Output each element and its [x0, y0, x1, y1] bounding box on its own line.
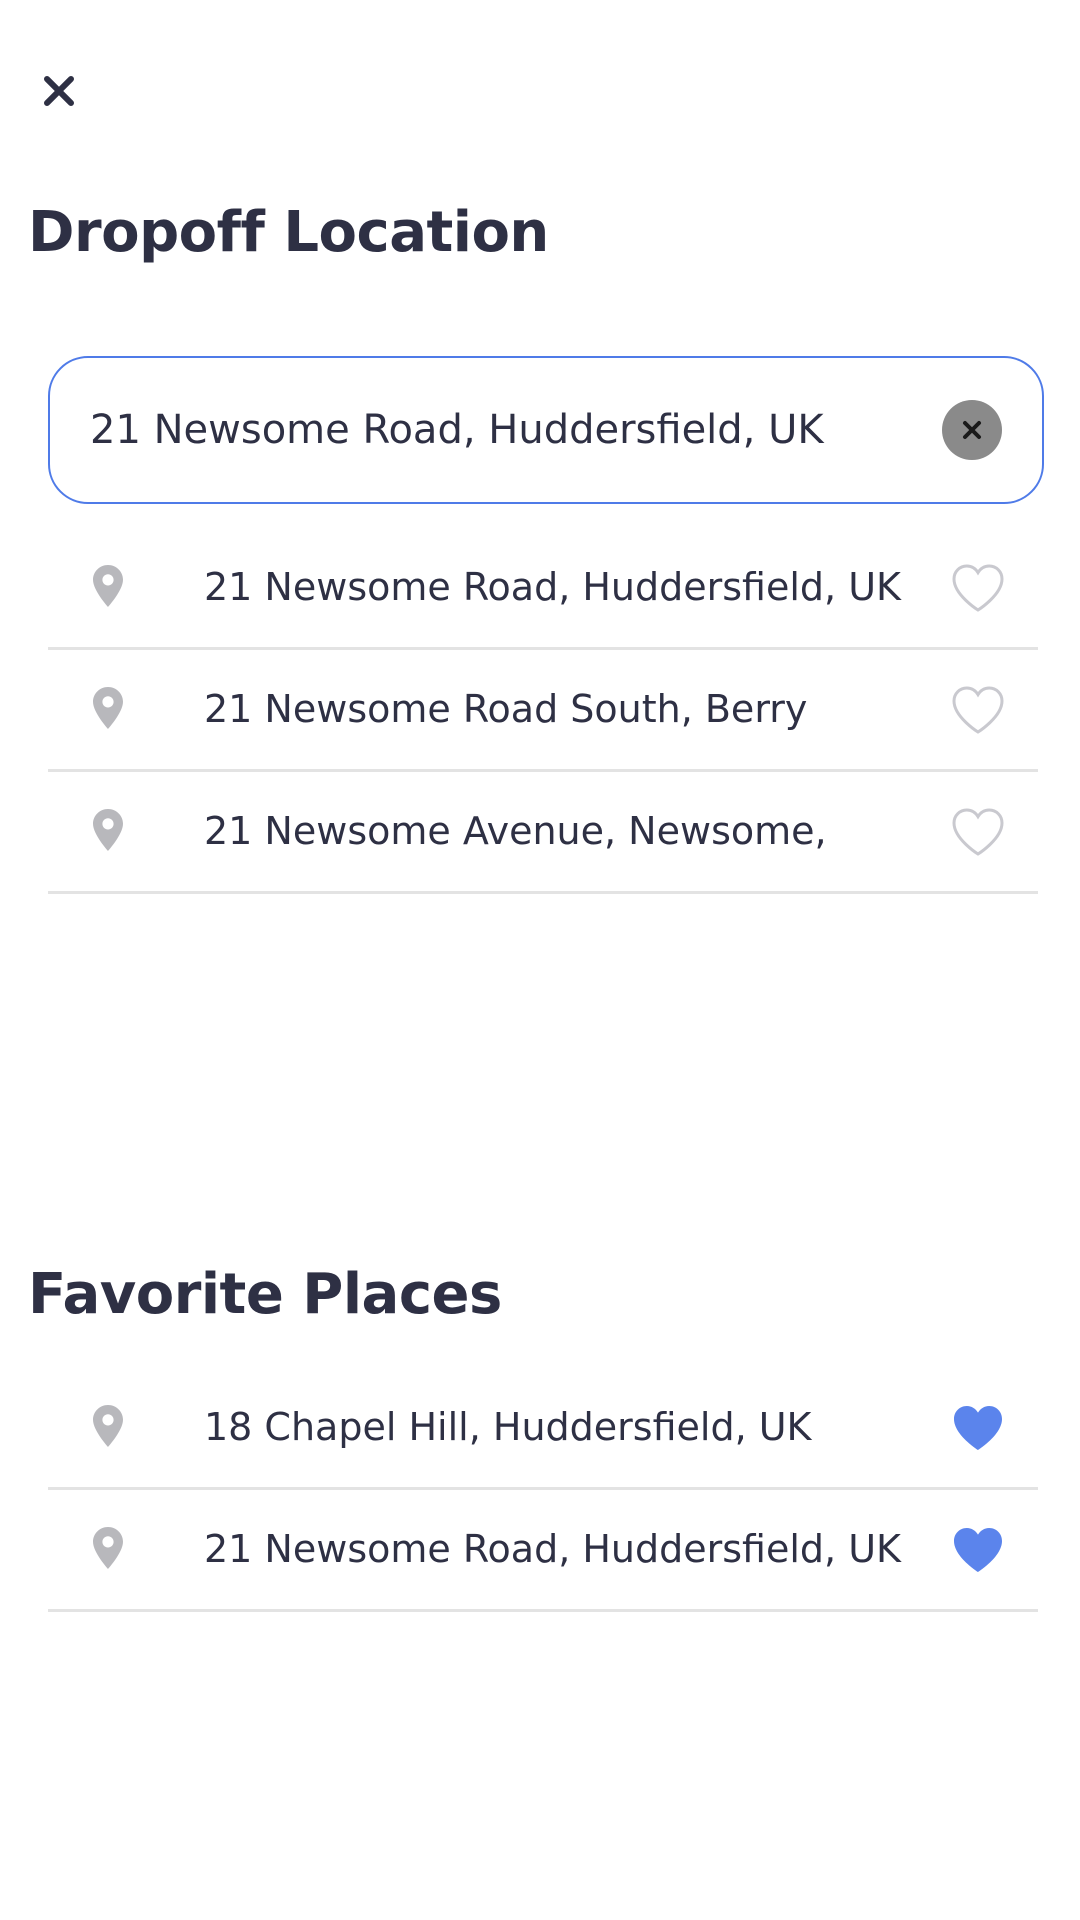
heart-filled-icon[interactable] — [950, 1524, 1006, 1576]
clear-search-button[interactable] — [942, 400, 1002, 460]
search-input[interactable] — [90, 358, 910, 502]
address-label: 18 Chapel Hill, Huddersfield, UK — [204, 1405, 812, 1449]
page-title: Dropoff Location — [28, 200, 549, 265]
favorite-row[interactable]: 21 Newsome Road, Huddersfield, UK — [48, 1490, 1038, 1612]
location-pin-icon — [93, 687, 123, 729]
favorite-row[interactable]: 18 Chapel Hill, Huddersfield, UK — [48, 1368, 1038, 1490]
suggestion-row[interactable]: 21 Newsome Avenue, Newsome, — [48, 772, 1038, 894]
address-label: 21 Newsome Avenue, Newsome, — [204, 809, 827, 853]
heart-outline-icon[interactable] — [950, 684, 1006, 736]
favorites-title: Favorite Places — [28, 1262, 502, 1327]
location-pin-icon — [93, 1527, 123, 1569]
search-box — [48, 356, 1044, 504]
heart-outline-icon[interactable] — [950, 806, 1006, 858]
suggestion-list: 21 Newsome Road, Huddersfield, UK 21 News… — [48, 528, 1038, 894]
location-pin-icon — [93, 1405, 123, 1447]
address-label: 21 Newsome Road, Huddersfield, UK — [204, 565, 901, 609]
heart-filled-icon[interactable] — [950, 1402, 1006, 1454]
address-label: 21 Newsome Road South, Berry — [204, 687, 808, 731]
close-button[interactable] — [30, 62, 88, 120]
address-label: 21 Newsome Road, Huddersfield, UK — [204, 1527, 901, 1571]
suggestion-row[interactable]: 21 Newsome Road South, Berry — [48, 650, 1038, 772]
heart-outline-icon[interactable] — [950, 562, 1006, 614]
location-pin-icon — [93, 809, 123, 851]
clear-icon — [963, 421, 981, 439]
location-pin-icon — [93, 565, 123, 607]
favorites-list: 18 Chapel Hill, Huddersfield, UK 21 Newso… — [48, 1368, 1038, 1612]
suggestion-row[interactable]: 21 Newsome Road, Huddersfield, UK — [48, 528, 1038, 650]
close-icon — [44, 76, 74, 106]
